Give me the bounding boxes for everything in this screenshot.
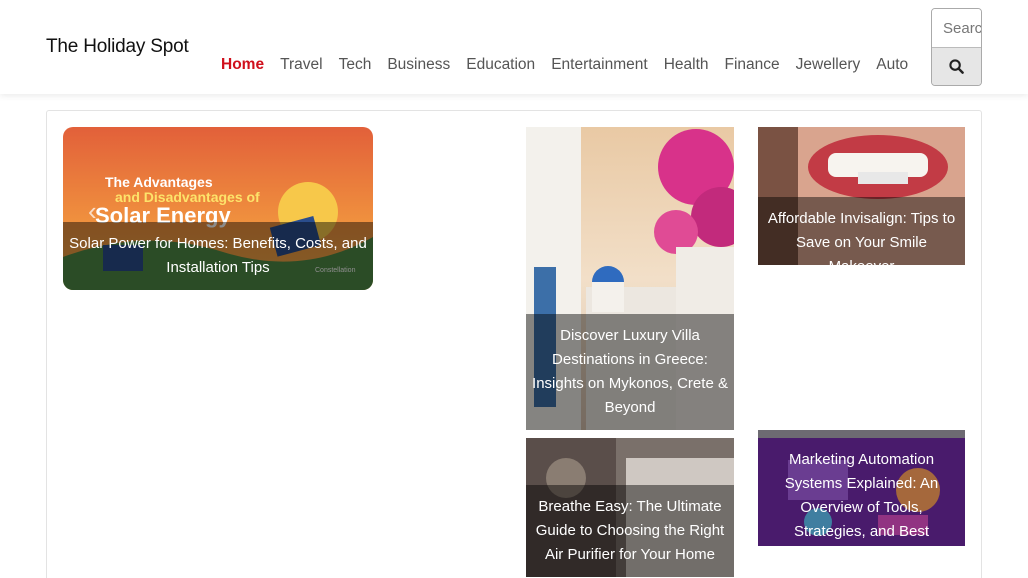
site-brand[interactable]: The Holiday Spot <box>46 36 189 58</box>
post-card-caption[interactable]: Breathe Easy: The Ultimate Guide to Choo… <box>526 485 734 577</box>
nav-auto[interactable]: Auto <box>876 56 908 74</box>
post-card[interactable]: Discover Luxury Villa Destinations in Gr… <box>526 127 734 430</box>
nav-business[interactable]: Business <box>387 56 450 74</box>
post-card[interactable]: Affordable Invisalign: Tips to Save on Y… <box>758 127 965 265</box>
nav-finance[interactable]: Finance <box>725 56 780 74</box>
featured-slider[interactable]: The Advantages and Disadvantages of Sola… <box>63 127 373 290</box>
nav-education[interactable]: Education <box>466 56 535 74</box>
post-card-caption[interactable]: Discover Luxury Villa Destinations in Gr… <box>526 314 734 430</box>
main-nav: Home Travel Tech Business Education Ente… <box>221 56 924 74</box>
nav-home[interactable]: Home <box>221 56 264 74</box>
nav-jewellery[interactable]: Jewellery <box>796 56 861 74</box>
chevron-left-icon[interactable]: ‹ <box>88 196 97 227</box>
search-input[interactable] <box>932 9 981 47</box>
search-form <box>931 8 982 86</box>
post-card[interactable]: Breathe Easy: The Ultimate Guide to Choo… <box>526 438 734 577</box>
nav-tech[interactable]: Tech <box>339 56 372 74</box>
search-icon <box>949 59 964 74</box>
nav-health[interactable]: Health <box>664 56 709 74</box>
slider-caption[interactable]: Solar Power for Homes: Benefits, Costs, … <box>63 222 373 290</box>
image-title-line1: The Advantages <box>105 174 213 190</box>
search-button[interactable] <box>932 47 981 85</box>
post-card-caption[interactable]: Marketing Automation Systems Explained: … <box>758 438 965 546</box>
post-card[interactable]: Marketing Automation Systems Explained: … <box>758 430 965 546</box>
site-header: The Holiday Spot Home Travel Tech Busine… <box>0 0 1028 94</box>
nav-entertainment[interactable]: Entertainment <box>551 56 648 74</box>
post-card-caption[interactable]: Affordable Invisalign: Tips to Save on Y… <box>758 197 965 265</box>
nav-travel[interactable]: Travel <box>280 56 323 74</box>
